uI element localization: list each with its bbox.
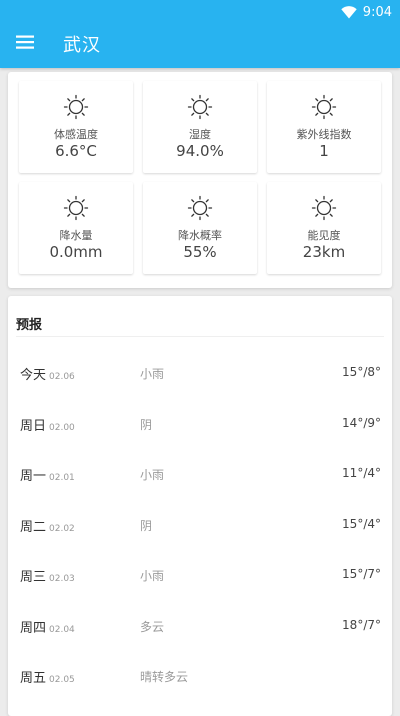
detail-value: 1: [319, 142, 329, 160]
detail-label: 紫外线指数: [296, 128, 352, 141]
forecast-date: 02.01: [49, 473, 75, 483]
forecast-day: 周三 02.03: [20, 566, 75, 585]
forecast-date: 02.00: [49, 422, 75, 433]
detail-tile: 能见度 23km: [267, 182, 381, 274]
app-bar: 9:04 武汉: [0, 0, 400, 68]
forecast-day-label: 周二: [20, 519, 47, 535]
menu-button[interactable]: [12, 30, 38, 56]
forecast-row[interactable]: 周三 02.03 小雨 15°/7°: [8, 547, 392, 598]
detail-value: 94.0%: [176, 142, 224, 160]
forecast-row[interactable]: 周二 02.02 阴 15°/4°: [8, 497, 392, 548]
forecast-condition: 小雨: [140, 468, 165, 482]
sun-icon: [311, 94, 337, 120]
status-time: 9:04: [362, 4, 392, 20]
forecast-condition: 阴: [140, 518, 153, 533]
forecast-row[interactable]: 周一 02.01 小雨 11°/4°: [8, 446, 392, 497]
detail-tile: 紫外线指数 1: [267, 81, 381, 173]
sun-icon: [63, 195, 89, 221]
forecast-condition: 阴: [140, 417, 153, 432]
forecast-row[interactable]: 周四 02.04 多云 18°/7°: [8, 598, 392, 649]
forecast-card: 预报 今天 02.06 小雨 15°/8° 周日 02.00 阴 14°/9° 周一 02.01 小…: [8, 296, 392, 716]
detail-label: 能见度: [307, 229, 341, 242]
forecast-day-label: 周一: [20, 469, 47, 484]
forecast-day-label: 周五: [20, 671, 47, 686]
forecast-day-label: 周三: [20, 570, 47, 585]
forecast-condition: 小雨: [140, 367, 165, 381]
wifi-icon: [341, 5, 357, 19]
forecast-temp: 15°/7°: [342, 567, 381, 581]
forecast-date: 02.04: [49, 624, 75, 635]
forecast-row[interactable]: 今天 02.06 小雨 15°/8°: [8, 345, 392, 396]
forecast-temp: 18°/7°: [342, 617, 381, 632]
divider: [16, 336, 384, 337]
forecast-row[interactable]: 周五 02.05 晴转多云: [8, 648, 392, 699]
forecast-temp: 15°/8°: [342, 365, 381, 379]
menu-icon: [16, 34, 34, 53]
detail-label: 降水量: [59, 229, 93, 242]
forecast-day-label: 周四: [20, 620, 47, 636]
sun-icon: [187, 195, 213, 221]
forecast-condition: 多云: [140, 619, 165, 634]
detail-value: 55%: [183, 243, 217, 261]
forecast-temp: 15°/4°: [342, 516, 381, 531]
weather-details-grid: 体感温度 6.6°C 湿度 94.0% 紫外线指数 1 降水量 0.0mm 降水概率 55% 能见度…: [19, 81, 381, 274]
forecast-temp: 11°/4°: [342, 466, 381, 480]
status-bar: 9:04: [341, 3, 392, 21]
forecast-day-label: 周日: [20, 418, 47, 434]
forecast-date: 02.03: [49, 574, 75, 584]
forecast-date: 02.02: [49, 523, 75, 534]
forecast-day: 周日 02.00: [20, 415, 75, 434]
forecast-day-label: 今天: [20, 368, 47, 383]
forecast-title: 预报: [16, 318, 43, 333]
detail-value: 0.0mm: [49, 243, 103, 261]
forecast-row[interactable]: 周日 02.00 阴 14°/9°: [8, 396, 392, 447]
city-title: 武汉: [63, 35, 101, 56]
forecast-condition: 晴转多云: [140, 670, 189, 684]
detail-tile: 湿度 94.0%: [143, 81, 257, 173]
detail-tile: 降水概率 55%: [143, 182, 257, 274]
sun-icon: [63, 94, 89, 120]
detail-label: 体感温度: [54, 128, 98, 141]
forecast-list: 今天 02.06 小雨 15°/8° 周日 02.00 阴 14°/9° 周一 02.01 小雨 11…: [8, 345, 392, 699]
detail-value: 23km: [302, 243, 346, 261]
forecast-day: 今天 02.06: [20, 364, 75, 383]
forecast-date: 02.06: [49, 372, 75, 382]
weather-details-card: 体感温度 6.6°C 湿度 94.0% 紫外线指数 1 降水量 0.0mm 降水概率 55% 能见度…: [8, 72, 392, 288]
sun-icon: [187, 94, 213, 120]
sun-icon: [311, 195, 337, 221]
forecast-date: 02.05: [49, 675, 75, 685]
forecast-day: 周四 02.04: [20, 617, 75, 636]
detail-label: 湿度: [189, 128, 211, 141]
forecast-day: 周五 02.05: [20, 667, 75, 686]
forecast-temp: 14°/9°: [342, 415, 381, 430]
forecast-condition: 小雨: [140, 569, 165, 583]
detail-tile: 体感温度 6.6°C: [19, 81, 133, 173]
detail-value: 6.6°C: [55, 142, 97, 160]
forecast-day: 周一 02.01: [20, 465, 75, 484]
forecast-day: 周二 02.02: [20, 516, 75, 535]
detail-label: 降水概率: [178, 229, 222, 242]
detail-tile: 降水量 0.0mm: [19, 182, 133, 274]
